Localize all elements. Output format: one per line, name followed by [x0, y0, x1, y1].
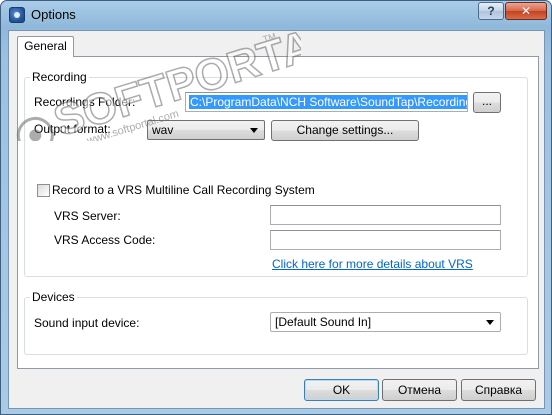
help-title-button[interactable]: ?: [478, 2, 504, 20]
cancel-button[interactable]: Отмена: [382, 379, 457, 401]
sound-input-device-select[interactable]: [Default Sound In]: [270, 312, 501, 332]
browse-folder-button[interactable]: ...: [473, 92, 501, 113]
ok-button[interactable]: OK: [304, 379, 379, 401]
output-format-label: Output format:: [34, 122, 111, 136]
vrs-access-code-label: VRS Access Code:: [54, 233, 156, 247]
vrs-server-input[interactable]: [270, 205, 501, 225]
output-format-select[interactable]: wav: [147, 120, 265, 140]
title-bar[interactable]: Options ? ✕: [1, 1, 551, 29]
recordings-folder-input[interactable]: C:\ProgramData\NCH Software\SoundTap\Rec…: [185, 92, 468, 112]
options-window: Options ? ✕ General Recording Recordings…: [0, 0, 552, 415]
recordings-folder-value: C:\ProgramData\NCH Software\SoundTap\Rec…: [189, 95, 467, 109]
vrs-details-link[interactable]: Click here for more details about VRS: [272, 257, 473, 271]
close-button[interactable]: ✕: [505, 2, 547, 20]
sound-input-device-value: [Default Sound In]: [275, 315, 372, 329]
vrs-checkbox-label[interactable]: Record to a VRS Multiline Call Recording…: [52, 183, 315, 197]
recordings-folder-label: Recordings Folder:: [34, 95, 136, 109]
devices-group-label: Devices: [30, 290, 77, 304]
output-format-value: wav: [152, 123, 174, 137]
vrs-server-label: VRS Server:: [54, 209, 121, 223]
vrs-access-code-input[interactable]: [270, 230, 501, 250]
dialog-client: General Recording Recordings Folder: C:\…: [8, 30, 545, 409]
help-button[interactable]: Справка: [461, 379, 536, 401]
chevron-down-icon: [250, 128, 258, 133]
sound-input-device-label: Sound input device:: [34, 316, 140, 330]
app-icon: [9, 7, 25, 23]
change-settings-button[interactable]: Change settings...: [271, 120, 419, 141]
vrs-checkbox[interactable]: [37, 184, 50, 197]
general-tab-panel: Recording Recordings Folder: C:\ProgramD…: [17, 56, 539, 369]
chevron-down-icon: [486, 320, 494, 325]
tab-general[interactable]: General: [17, 36, 74, 57]
window-title: Options: [31, 7, 76, 22]
recording-group-label: Recording: [30, 70, 89, 84]
